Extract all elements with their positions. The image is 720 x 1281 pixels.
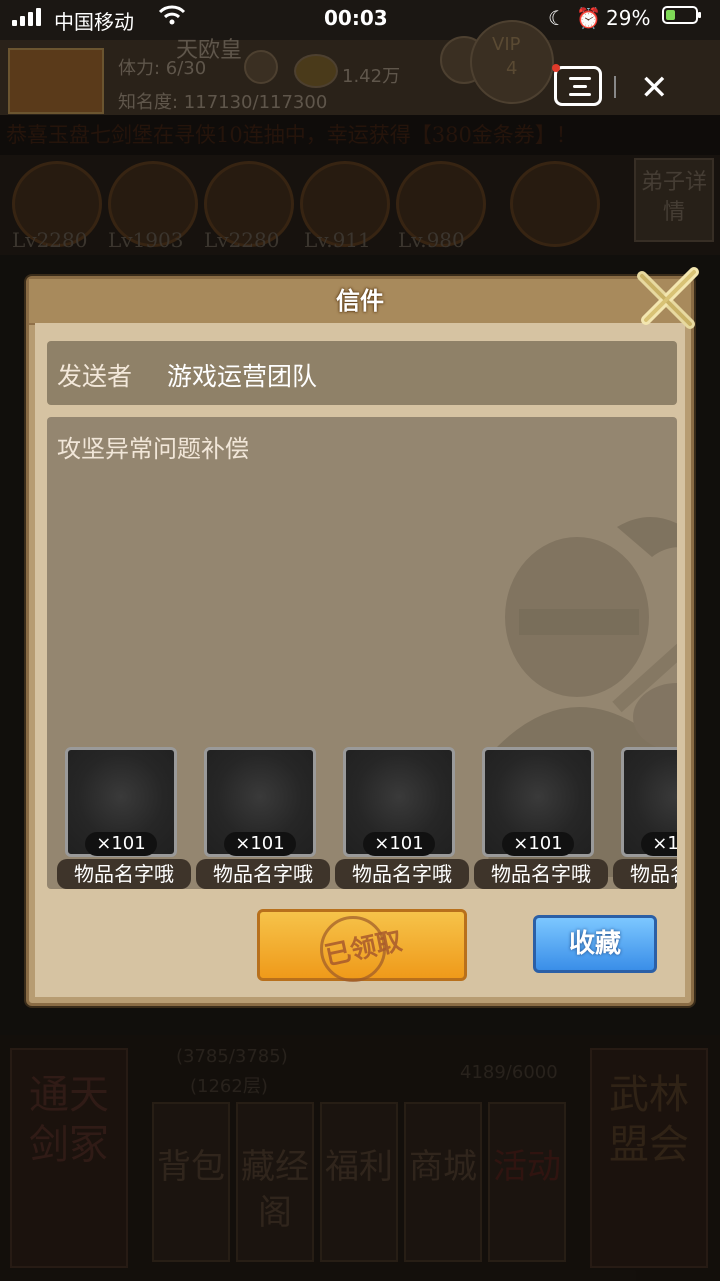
battery-percent: 29% — [606, 6, 651, 30]
mail-dialog: 信件 发送者 游戏运营团队 攻坚异常问题补偿 ×101 物品名字哦 ×101 物… — [26, 276, 694, 1006]
attachment-list: ×101 物品名字哦 ×101 物品名字哦 ×101 物品名字哦 ×101 物品… — [47, 747, 677, 889]
item-name: 物品名字哦 — [335, 859, 469, 889]
item-name: 物品名字哦 — [474, 859, 608, 889]
dialog-close-icon[interactable] — [636, 266, 700, 330]
moon-icon: ☾ — [548, 6, 566, 30]
favorite-button[interactable]: 收藏 — [533, 915, 657, 973]
wifi-icon — [158, 4, 186, 31]
item-quantity: ×101 — [502, 832, 574, 856]
stamina-text: 体力: 6/30 — [118, 58, 207, 79]
vip-label: VIP — [492, 34, 521, 55]
attachment-item[interactable]: ×101 物品名字哦 — [474, 747, 608, 889]
attachment-item[interactable]: ×101 物品名字哦 — [335, 747, 469, 889]
gold-icon — [294, 54, 338, 88]
player-avatar — [8, 48, 104, 114]
item-quantity: ×101 — [85, 832, 157, 856]
add-stamina-icon — [244, 50, 278, 84]
fame-text: 知名度: 117130/117300 — [118, 92, 328, 113]
close-icon[interactable]: ✕ — [640, 70, 669, 106]
status-bar: 中国移动 00:03 ☾ ⏰ 29% — [0, 0, 720, 40]
sender-label: 发送者 — [57, 362, 133, 391]
signal-icon — [12, 6, 44, 26]
item-name: 物品名字哦 — [57, 859, 191, 889]
dialog-title: 信件 — [336, 287, 384, 315]
item-name: 物品名字哦 — [196, 859, 330, 889]
alarm-icon: ⏰ — [576, 6, 601, 30]
item-name: 物品名字哦 — [613, 859, 677, 889]
item-quantity: ×101 — [224, 832, 296, 856]
vip-badge: VIP 4 — [470, 20, 554, 104]
gold-text: 1.42万 — [342, 66, 401, 87]
mail-content: 攻坚异常问题补偿 ×101 物品名字哦 ×101 物品名字哦 ×101 物品名字… — [47, 417, 677, 889]
mail-subject: 攻坚异常问题补偿 — [57, 435, 249, 463]
item-quantity: ×101 — [641, 832, 677, 856]
dialog-header: 信件 — [29, 279, 691, 325]
carrier-label: 中国移动 — [54, 10, 134, 34]
attachment-item[interactable]: ×101 物品名字哦 — [57, 747, 191, 889]
player-header: 天欧皇 体力: 6/30 知名度: 117130/117300 1.42万 VI… — [0, 20, 720, 115]
item-quantity: ×101 — [363, 832, 435, 856]
claim-button[interactable]: 已领取 — [257, 909, 467, 982]
divider — [614, 76, 616, 98]
sender-row: 发送者 游戏运营团队 — [47, 341, 677, 405]
sender-value: 游戏运营团队 — [167, 362, 318, 391]
clock: 00:03 — [324, 6, 388, 30]
battery-icon — [662, 6, 701, 24]
attachment-item[interactable]: ×101 物品名字哦 — [196, 747, 330, 889]
menu-icon[interactable] — [552, 64, 602, 106]
attachment-item[interactable]: ×101 物品名字哦 — [613, 747, 677, 889]
vip-level: 4 — [506, 58, 518, 79]
